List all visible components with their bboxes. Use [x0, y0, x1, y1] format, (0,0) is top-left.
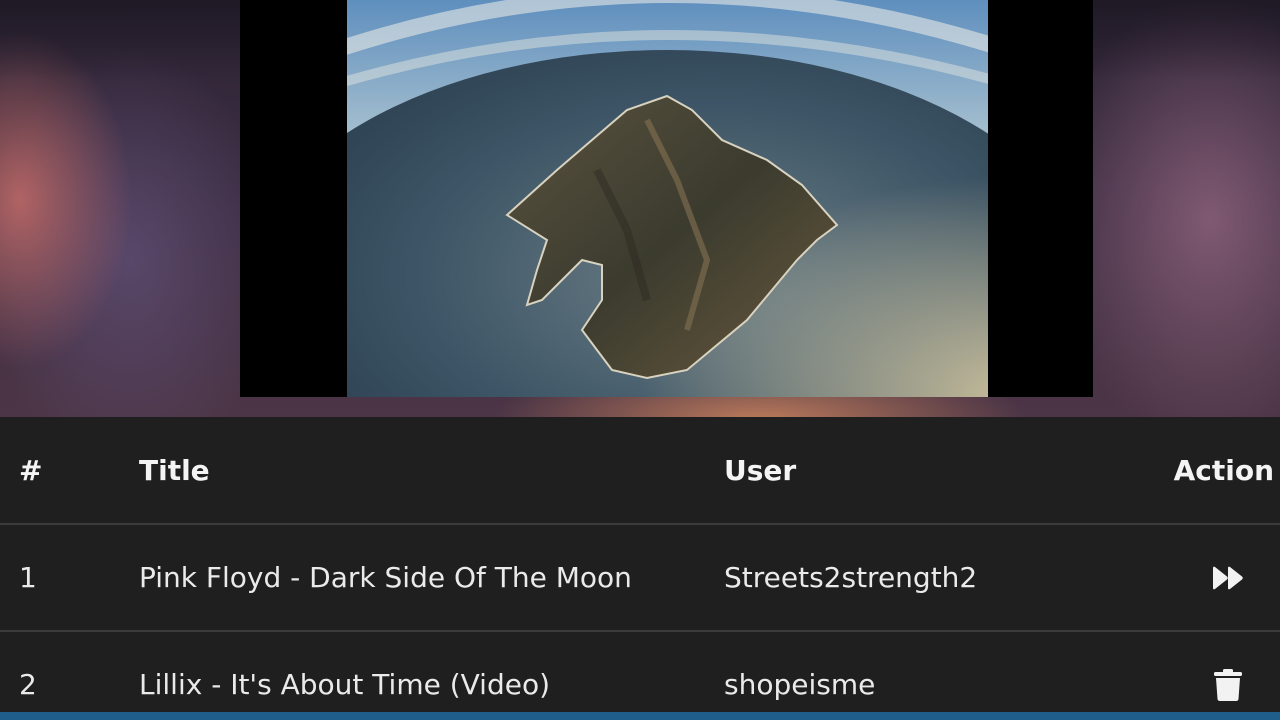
- queue-table: # Title User Action 1 Pink Floyd - Dark …: [0, 417, 1280, 720]
- island-aerial-image: [347, 0, 988, 397]
- delete-button[interactable]: [1202, 659, 1254, 711]
- skip-forward-button[interactable]: [1202, 552, 1254, 604]
- row-action: [1202, 632, 1254, 720]
- row-title: Lillix - It's About Time (Video): [139, 668, 551, 701]
- column-header-action: Action: [1173, 453, 1274, 487]
- row-action: [1202, 525, 1254, 630]
- video-player[interactable]: [240, 0, 1093, 397]
- video-frame-image: [347, 0, 988, 397]
- table-row: 2 Lillix - It's About Time (Video) shope…: [0, 632, 1280, 720]
- row-user: Streets2strength2: [724, 561, 978, 594]
- bottom-status-bar: [0, 712, 1280, 720]
- column-header-user: User: [724, 453, 797, 487]
- column-header-number: #: [19, 453, 43, 487]
- table-header-row: # Title User Action: [0, 417, 1280, 525]
- column-header-title: Title: [139, 453, 210, 487]
- row-number: 2: [19, 668, 37, 701]
- skip-forward-icon: [1213, 566, 1243, 589]
- row-title: Pink Floyd - Dark Side Of The Moon: [139, 561, 632, 594]
- row-number: 1: [19, 561, 37, 594]
- app-page: # Title User Action 1 Pink Floyd - Dark …: [0, 0, 1280, 720]
- row-user: shopeisme: [724, 668, 876, 701]
- player-area: [0, 0, 1280, 417]
- table-row: 1 Pink Floyd - Dark Side Of The Moon Str…: [0, 525, 1280, 632]
- trash-icon: [1214, 668, 1242, 701]
